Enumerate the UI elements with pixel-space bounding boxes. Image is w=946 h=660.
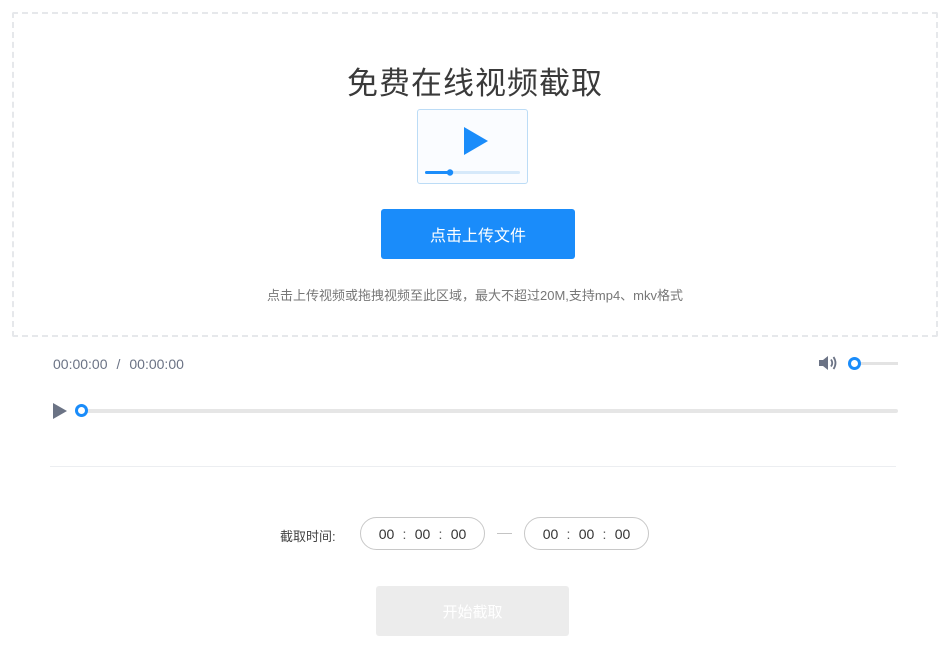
time-colon: : xyxy=(402,525,407,542)
range-dash xyxy=(497,533,512,534)
video-player-icon xyxy=(417,109,528,184)
start-seconds[interactable]: 00 xyxy=(446,526,472,542)
speaker-icon[interactable] xyxy=(818,354,840,377)
time-colon: : xyxy=(566,525,571,542)
upload-hint: 点击上传视频或拖拽视频至此区域，最大不超过20M,支持mp4、mkv格式 xyxy=(266,288,684,303)
end-seconds[interactable]: 00 xyxy=(610,526,636,542)
progress-bar-handle[interactable] xyxy=(75,404,88,417)
upload-file-button[interactable]: 点击上传文件 xyxy=(381,209,575,259)
volume-slider-handle[interactable] xyxy=(848,357,861,370)
start-clip-button[interactable]: 开始截取 xyxy=(376,586,569,636)
duration: 00:00:00 xyxy=(129,356,184,372)
time-display: 00:00:00 / 00:00:00 xyxy=(53,356,184,372)
time-colon: : xyxy=(438,525,443,542)
time-colon: : xyxy=(602,525,607,542)
end-time-input[interactable]: 00 : 00 : 00 xyxy=(524,517,649,550)
start-hours[interactable]: 00 xyxy=(374,526,400,542)
start-minutes[interactable]: 00 xyxy=(410,526,436,542)
current-time: 00:00:00 xyxy=(53,356,108,372)
clip-time-label: 截取时间: xyxy=(280,529,336,544)
progress-bar-track[interactable] xyxy=(80,409,898,413)
time-separator: / xyxy=(116,356,121,372)
page-title: 免费在线视频截取 xyxy=(347,66,603,101)
video-player: 00:00:00 / 00:00:00 xyxy=(0,337,946,467)
upload-drop-zone[interactable]: 免费在线视频截取 点击上传文件 点击上传视频或拖拽视频至此区域，最大不超过20M… xyxy=(12,12,938,337)
end-minutes[interactable]: 00 xyxy=(574,526,600,542)
play-icon[interactable] xyxy=(53,403,67,424)
start-time-input[interactable]: 00 : 00 : 00 xyxy=(360,517,485,550)
section-divider xyxy=(50,466,896,467)
end-hours[interactable]: 00 xyxy=(538,526,564,542)
